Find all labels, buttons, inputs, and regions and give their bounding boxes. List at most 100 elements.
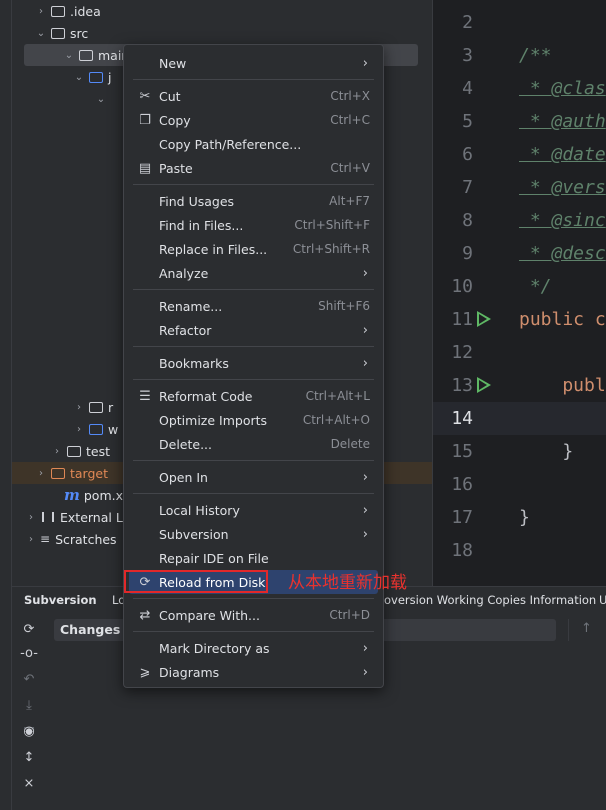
folder-icon	[89, 423, 103, 435]
menu-item-find-in-files[interactable]: Find in Files... Ctrl+Shift+F	[129, 213, 378, 237]
update-icon[interactable]: ⤓	[20, 697, 38, 715]
maven-icon: m	[64, 486, 80, 504]
run-gutter-icon[interactable]	[473, 369, 495, 402]
editor-line: 11 public c	[433, 303, 606, 336]
details-pane: ↑	[568, 619, 606, 641]
folder-icon	[51, 5, 65, 17]
editor-line: 9 * @desc	[462, 243, 606, 264]
editor-line: 18	[451, 540, 473, 561]
chevron-down-icon[interactable]: ⌄	[62, 50, 76, 61]
folder-icon	[51, 27, 65, 39]
menu-item-compare-with[interactable]: ⇄ Compare With... Ctrl+D	[129, 603, 378, 627]
menu-item-optimize-imports[interactable]: Optimize Imports Ctrl+Alt+O	[129, 408, 378, 432]
editor-line: 8 * @sinc	[462, 210, 606, 231]
chevron-right-icon: ›	[362, 265, 368, 281]
chevron-right-icon: ›	[362, 322, 368, 338]
library-icon	[42, 512, 54, 522]
menu-item-diagrams[interactable]: ⩾ Diagrams ›	[129, 660, 378, 684]
chevron-right-icon[interactable]: ›	[24, 512, 38, 523]
menu-item-delete[interactable]: Delete... Delete	[129, 432, 378, 456]
editor-line: 7 * @vers	[462, 177, 606, 198]
editor-line: 15 }	[451, 441, 574, 462]
refresh-icon[interactable]: ⟳	[20, 621, 38, 639]
chevron-down-icon[interactable]: ⌄	[34, 28, 48, 39]
tree-item-idea[interactable]: › .idea	[12, 0, 432, 22]
folder-icon	[89, 401, 103, 413]
chevron-down-icon[interactable]: ⌄	[72, 72, 86, 83]
collapse-all-icon[interactable]: ⨯	[20, 775, 38, 793]
editor-line-current: 14	[433, 402, 606, 435]
annotation-text: 从本地重新加载	[288, 573, 407, 593]
chevron-right-icon: ›	[362, 55, 368, 71]
menu-item-bookmarks[interactable]: Bookmarks ›	[129, 351, 378, 375]
arrow-up-icon[interactable]: ↑	[581, 621, 592, 636]
chevron-right-icon[interactable]: ›	[34, 6, 48, 17]
menu-separator	[133, 184, 374, 185]
copy-icon: ❐	[139, 112, 151, 128]
menu-item-mark-directory-as[interactable]: Mark Directory as ›	[129, 636, 378, 660]
editor-line: 4 * @clas	[462, 78, 606, 99]
menu-item-analyze[interactable]: Analyze ›	[129, 261, 378, 285]
menu-separator	[133, 631, 374, 632]
chevron-right-icon: ›	[362, 526, 368, 542]
editor-line: 5 * @auth	[462, 111, 606, 132]
chevron-right-icon: ›	[362, 355, 368, 371]
code-editor[interactable]: 2 3/** 4 * @clas 5 * @auth 6 * @date 7 *…	[432, 0, 606, 586]
chevron-right-icon: ›	[362, 664, 368, 680]
menu-separator	[133, 346, 374, 347]
menu-item-subversion[interactable]: Subversion ›	[129, 522, 378, 546]
tree-item-src[interactable]: ⌄ src	[12, 22, 432, 44]
eye-icon[interactable]: ◉	[20, 723, 38, 741]
menu-item-new[interactable]: New ›	[129, 51, 378, 75]
menu-item-copy[interactable]: ❐ Copy Ctrl+C	[129, 108, 378, 132]
compare-icon: ⇄	[139, 607, 151, 623]
menu-separator	[133, 289, 374, 290]
chevron-down-icon[interactable]: ⌄	[94, 94, 108, 105]
menu-separator	[133, 493, 374, 494]
reformat-icon: ☰	[139, 388, 151, 404]
editor-line: 2	[462, 12, 473, 33]
chevron-right-icon[interactable]: ›	[24, 534, 38, 545]
run-gutter-icon[interactable]	[473, 303, 495, 336]
tab-more[interactable]: U	[599, 593, 606, 607]
editor-line: 12	[451, 342, 473, 363]
menu-item-local-history[interactable]: Local History ›	[129, 498, 378, 522]
scissors-icon: ✂	[139, 88, 151, 104]
chevron-right-icon[interactable]: ›	[34, 468, 48, 479]
editor-line: 17}	[451, 507, 530, 528]
chevron-right-icon[interactable]: ›	[72, 424, 86, 435]
tab-working-copies-info[interactable]: oversion Working Copies Information	[384, 593, 596, 607]
menu-item-replace-in-files[interactable]: Replace in Files... Ctrl+Shift+R	[129, 237, 378, 261]
commit-icon[interactable]: -o-	[20, 645, 38, 663]
scratches-icon: ≡	[40, 532, 51, 546]
menu-separator	[133, 379, 374, 380]
chevron-right-icon[interactable]: ›	[72, 402, 86, 413]
menu-item-rename[interactable]: Rename... Shift+F6	[129, 294, 378, 318]
expand-all-icon[interactable]: ↕	[20, 749, 38, 767]
menu-item-refactor[interactable]: Refactor ›	[129, 318, 378, 342]
menu-item-open-in[interactable]: Open In ›	[129, 465, 378, 489]
editor-line: 3/**	[462, 45, 552, 66]
folder-icon	[79, 49, 93, 61]
rollback-icon[interactable]: ↶	[20, 671, 38, 689]
menu-separator	[133, 460, 374, 461]
excluded-folder-icon	[51, 467, 65, 479]
chevron-right-icon: ›	[362, 502, 368, 518]
annotation-highlight-box	[124, 570, 268, 593]
editor-line: 16	[451, 474, 473, 495]
menu-separator	[133, 79, 374, 80]
menu-item-copy-path[interactable]: Copy Path/Reference...	[129, 132, 378, 156]
menu-item-find-usages[interactable]: Find Usages Alt+F7	[129, 189, 378, 213]
source-folder-icon	[89, 71, 103, 83]
chevron-right-icon: ›	[362, 469, 368, 485]
menu-item-paste[interactable]: ▤ Paste Ctrl+V	[129, 156, 378, 180]
tab-subversion[interactable]: Subversion	[24, 593, 97, 607]
menu-item-repair-ide[interactable]: Repair IDE on File	[129, 546, 378, 570]
diagram-icon: ⩾	[139, 664, 151, 680]
left-tool-strip	[0, 0, 12, 810]
chevron-right-icon[interactable]: ›	[50, 446, 64, 457]
menu-item-reformat-code[interactable]: ☰ Reformat Code Ctrl+Alt+L	[129, 384, 378, 408]
paste-icon: ▤	[138, 160, 152, 176]
folder-icon	[67, 445, 81, 457]
menu-item-cut[interactable]: ✂ Cut Ctrl+X	[129, 84, 378, 108]
